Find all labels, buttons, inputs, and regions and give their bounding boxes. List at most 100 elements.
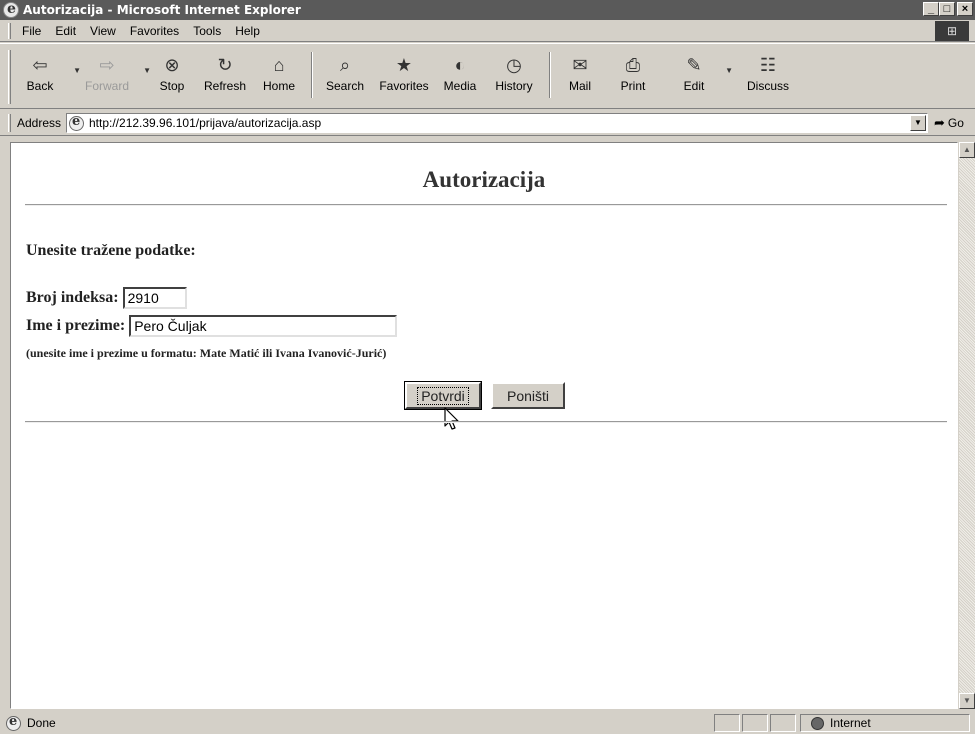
refresh-icon: ↻: [217, 54, 233, 75]
mouse-cursor-icon: [444, 407, 459, 430]
print-icon: ⎙: [625, 54, 641, 75]
address-dropdown-icon[interactable]: ▼: [910, 115, 926, 131]
page-viewport: Autorizacija Unesite tražene podatke: Br…: [10, 142, 958, 709]
print-label: Print: [620, 79, 646, 93]
mail-button[interactable]: ✉ Mail: [555, 44, 605, 102]
history-icon: ◷: [506, 54, 522, 75]
back-arrow-icon: ⇦: [32, 54, 48, 75]
menu-file[interactable]: File: [15, 24, 48, 38]
scroll-up-icon[interactable]: ▲: [959, 142, 975, 158]
go-label: Go: [947, 116, 964, 130]
address-url[interactable]: http://212.39.96.101/prijava/autorizacij…: [89, 116, 321, 130]
back-button[interactable]: ⇦ Back ▼: [11, 44, 81, 102]
media-button[interactable]: ◐ Media: [435, 44, 485, 102]
index-input[interactable]: 2910: [122, 287, 187, 309]
favorites-icon: ★: [395, 54, 413, 75]
menu-tools[interactable]: Tools: [186, 24, 228, 38]
name-row: Ime i prezime: Pero Čuljak: [26, 315, 398, 337]
page-title: Autorizacija: [422, 167, 546, 192]
edit-button[interactable]: ✎ Edit ▼: [669, 44, 733, 102]
menu-edit[interactable]: Edit: [48, 24, 83, 38]
security-zone: Internet: [800, 714, 970, 732]
minimize-button[interactable]: _: [923, 2, 939, 16]
go-arrow-icon: ➦: [934, 115, 945, 130]
close-button[interactable]: ×: [957, 2, 973, 16]
menu-favorites[interactable]: Favorites: [123, 24, 186, 38]
index-label: Broj indeksa:: [26, 289, 119, 306]
search-label: Search: [325, 79, 365, 93]
horizontal-rule: [25, 204, 947, 206]
standard-toolbar: ⇦ Back ▼ ⇨ Forward ▼ ⊗ Stop ↻ Refresh ⌂ …: [0, 43, 975, 109]
discuss-icon: ☷: [759, 54, 777, 75]
toolbar-separator: [311, 52, 313, 98]
search-button[interactable]: ⌕ Search: [317, 44, 373, 102]
home-label: Home: [262, 79, 295, 93]
refresh-label: Refresh: [203, 79, 247, 93]
menu-help[interactable]: Help: [228, 24, 267, 38]
toolbar-separator: [549, 52, 551, 98]
back-label: Back: [26, 79, 54, 93]
reset-button[interactable]: Poništi: [491, 382, 565, 409]
title-bar: Autorizacija - Microsoft Internet Explor…: [0, 0, 975, 20]
submit-label: Potvrdi: [417, 386, 469, 405]
discuss-button[interactable]: ☷ Discuss: [737, 44, 799, 102]
globe-icon: [811, 716, 824, 730]
name-label: Ime i prezime:: [26, 317, 126, 334]
ie-logo-icon: [3, 1, 19, 18]
print-button[interactable]: ⎙ Print: [605, 44, 661, 102]
window-controls: _ □ ×: [923, 2, 973, 16]
status-panel: [742, 714, 768, 732]
horizontal-rule: [25, 421, 947, 423]
address-label: Address: [17, 115, 62, 130]
page-icon: [69, 114, 84, 131]
menu-view[interactable]: View: [83, 24, 123, 38]
favorites-label: Favorites: [379, 79, 429, 93]
refresh-button[interactable]: ↻ Refresh: [197, 44, 253, 102]
media-label: Media: [443, 79, 477, 93]
reset-label: Poništi: [506, 387, 550, 404]
history-label: History: [495, 79, 533, 93]
edit-label: Edit: [683, 79, 705, 93]
page-icon: [6, 714, 21, 731]
submit-button[interactable]: Potvrdi: [404, 381, 482, 410]
address-bar: Address http://212.39.96.101/prijava/aut…: [0, 110, 975, 136]
status-panel: [770, 714, 796, 732]
discuss-label: Discuss: [746, 79, 789, 93]
favorites-button[interactable]: ★ Favorites: [373, 44, 435, 102]
media-icon: ◐: [454, 54, 466, 75]
forward-button[interactable]: ⇨ Forward ▼: [75, 44, 151, 102]
history-button[interactable]: ◷ History: [485, 44, 543, 102]
name-input[interactable]: Pero Čuljak: [129, 315, 398, 337]
window-title: Autorizacija - Microsoft Internet Explor…: [23, 3, 301, 17]
search-icon: ⌕: [339, 54, 351, 75]
home-icon: ⌂: [273, 54, 285, 75]
address-input[interactable]: http://212.39.96.101/prijava/autorizacij…: [66, 113, 928, 133]
page-body: Autorizacija Unesite tražene podatke: Br…: [11, 143, 957, 708]
zone-label: Internet: [830, 716, 871, 730]
scroll-down-icon[interactable]: ▼: [959, 693, 975, 709]
form-prompt: Unesite tražene podatke:: [26, 242, 196, 259]
menu-grip[interactable]: [8, 22, 11, 39]
name-format-hint: (unesite ime i prezime u formatu: Mate M…: [26, 346, 387, 360]
browser-window: Autorizacija - Microsoft Internet Explor…: [0, 0, 975, 734]
maximize-button[interactable]: □: [939, 2, 955, 16]
edit-dropdown-icon[interactable]: ▼: [725, 66, 733, 75]
status-text: Done: [27, 716, 56, 730]
menu-bar: File Edit View Favorites Tools Help ⊞: [0, 20, 975, 42]
home-button[interactable]: ⌂ Home: [253, 44, 305, 102]
forward-arrow-icon: ⇨: [99, 54, 115, 75]
windows-logo-icon: ⊞: [935, 21, 969, 41]
mail-label: Mail: [568, 79, 591, 93]
form-buttons: Potvrdi Poništi: [404, 381, 565, 410]
go-button[interactable]: ➦ Go: [934, 115, 964, 131]
status-panel: [714, 714, 740, 732]
edit-icon: ✎: [686, 54, 702, 75]
stop-button[interactable]: ⊗ Stop: [147, 44, 197, 102]
mail-icon: ✉: [572, 54, 588, 75]
forward-label: Forward: [84, 79, 129, 93]
address-grip[interactable]: [8, 113, 11, 132]
stop-icon: ⊗: [164, 54, 180, 75]
stop-label: Stop: [159, 79, 185, 93]
vertical-scrollbar[interactable]: ▲ ▼: [959, 142, 975, 709]
status-bar: Done Internet: [0, 712, 975, 734]
